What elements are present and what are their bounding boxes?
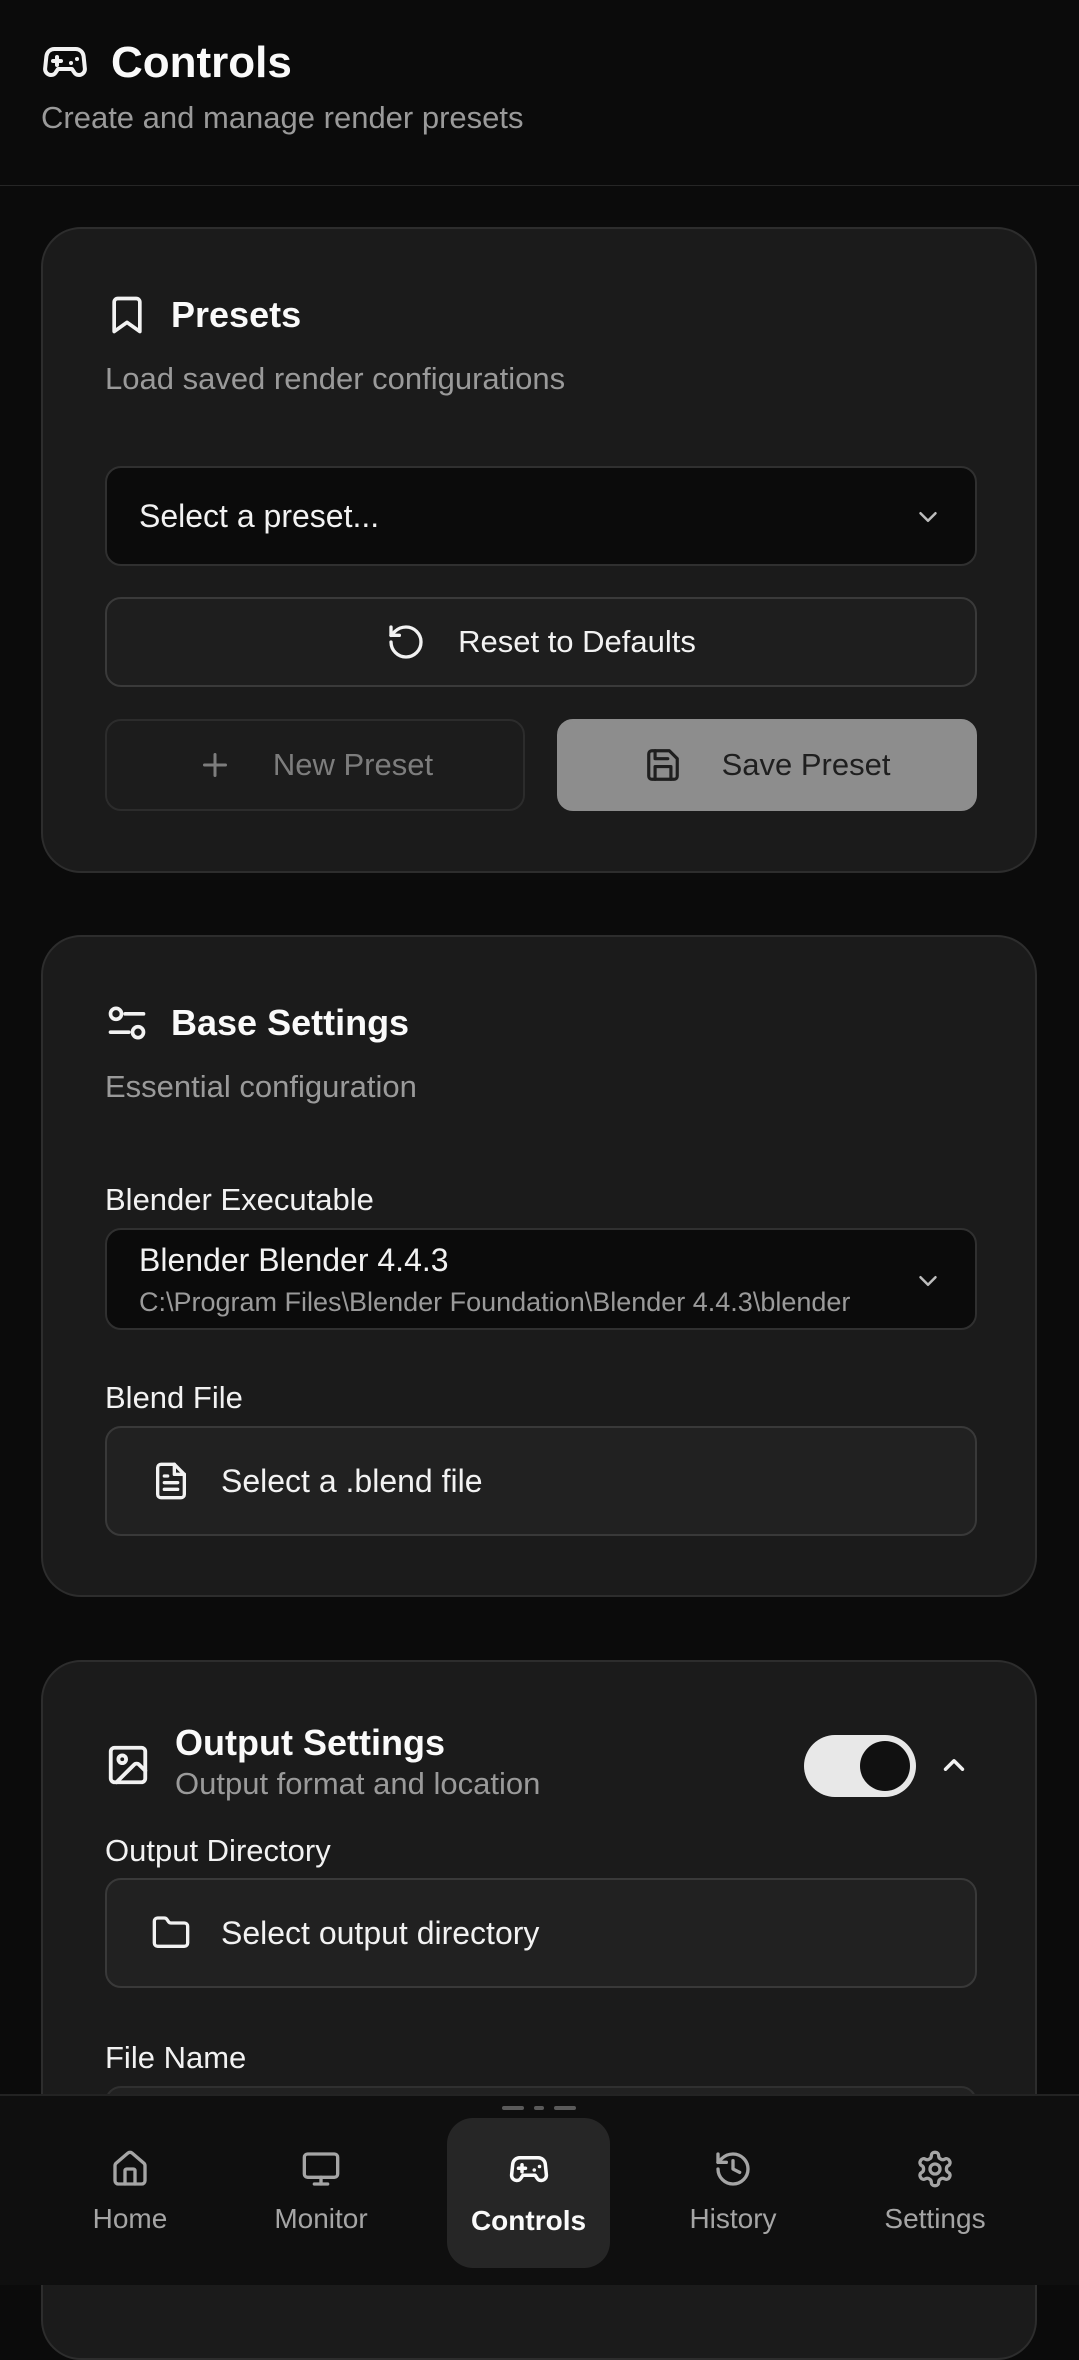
nav-item-settings[interactable]: Settings (866, 2096, 1004, 2287)
nav-item-home[interactable]: Home (64, 2096, 196, 2287)
page-header: Controls Create and manage render preset… (0, 0, 1079, 186)
image-icon (105, 1742, 151, 1788)
chevron-up-icon[interactable] (937, 1748, 971, 1782)
nav-item-history[interactable]: History (664, 2096, 802, 2287)
select-blend-file-button[interactable]: Select a .blend file (105, 1426, 977, 1536)
page-title: Controls (111, 38, 292, 87)
new-preset-button[interactable]: New Preset (105, 719, 525, 811)
drag-handle (534, 2106, 544, 2110)
nav-label-history: History (689, 2202, 777, 2234)
reset-defaults-label: Reset to Defaults (458, 624, 696, 659)
sliders-icon (105, 1001, 149, 1045)
file-name-label: File Name (105, 2040, 247, 2075)
save-icon (644, 746, 682, 784)
new-preset-label: New Preset (272, 747, 434, 782)
folder-icon (151, 1913, 191, 1953)
file-text-icon (151, 1461, 191, 1501)
presets-title: Presets (171, 294, 302, 335)
select-output-directory-button[interactable]: Select output directory (105, 1878, 977, 1988)
base-settings-subtitle: Essential configuration (105, 1069, 417, 1104)
base-settings-card: Base Settings Essential configuration Bl… (41, 935, 1037, 1597)
output-settings-title: Output Settings (175, 1722, 445, 1763)
nav-item-controls[interactable]: Controls (447, 2118, 610, 2268)
nav-label-settings: Settings (884, 2202, 986, 2234)
nav-item-monitor[interactable]: Monitor (250, 2096, 392, 2287)
blender-executable-select[interactable]: Blender Blender 4.4.3 C:\Program Files\B… (105, 1228, 977, 1330)
home-icon (110, 2149, 150, 2189)
output-settings-subtitle: Output format and location (175, 1766, 541, 1801)
history-icon (713, 2149, 753, 2189)
blender-path: C:\Program Files\Blender Foundation\Blen… (139, 1287, 851, 1317)
rotate-ccw-icon (386, 622, 426, 662)
nav-label-home: Home (92, 2202, 168, 2234)
save-preset-button[interactable]: Save Preset (557, 719, 977, 811)
output-settings-toggle[interactable] (804, 1735, 916, 1797)
monitor-icon (301, 2149, 341, 2189)
toggle-knob (860, 1741, 910, 1791)
blend-file-label: Blend File (105, 1380, 243, 1415)
gamepad-icon (41, 39, 89, 87)
header-title-row: Controls (41, 38, 292, 88)
bookmark-icon (105, 293, 149, 337)
chevron-down-icon (913, 1266, 943, 1296)
select-blend-file-label: Select a .blend file (221, 1462, 483, 1499)
nav-label-controls: Controls (470, 2205, 587, 2236)
base-settings-title: Base Settings (171, 1002, 410, 1043)
presets-subtitle: Load saved render configurations (105, 361, 566, 396)
base-settings-header: Base Settings (105, 1001, 409, 1045)
blender-name: Blender Blender 4.4.3 (139, 1242, 449, 1278)
nav-label-monitor: Monitor (274, 2202, 368, 2234)
plus-icon (197, 747, 233, 783)
preset-select[interactable]: Select a preset... (105, 466, 977, 566)
gear-icon (915, 2149, 955, 2189)
select-output-directory-label: Select output directory (221, 1914, 540, 1951)
drag-handle (554, 2106, 576, 2110)
page-subtitle: Create and manage render presets (41, 100, 524, 135)
presets-header: Presets (105, 293, 301, 337)
chevron-down-icon (913, 502, 943, 532)
output-directory-label: Output Directory (105, 1833, 331, 1868)
drag-handle (502, 2106, 524, 2110)
blender-executable-label: Blender Executable (105, 1182, 374, 1217)
preset-select-value: Select a preset... (139, 498, 380, 534)
gamepad-icon (508, 2149, 550, 2191)
reset-defaults-button[interactable]: Reset to Defaults (105, 597, 977, 687)
bottom-navigation: Home Monitor Controls History Settings (0, 2094, 1079, 2285)
presets-card: Presets Load saved render configurations… (41, 227, 1037, 873)
save-preset-label: Save Preset (721, 747, 891, 782)
